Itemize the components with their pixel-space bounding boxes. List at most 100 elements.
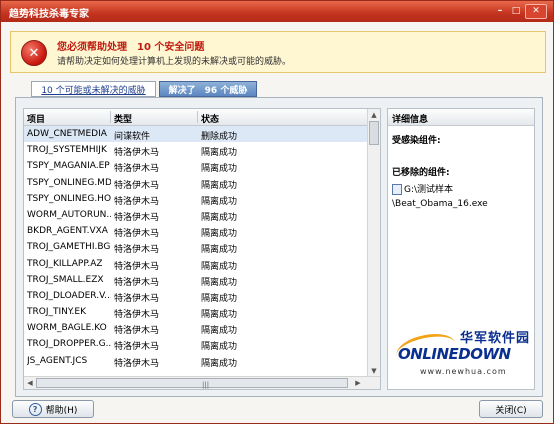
threat-type: 特洛伊木马 bbox=[114, 342, 160, 353]
threat-type: 特洛伊木马 bbox=[114, 358, 160, 369]
threat-list: 项目 类型 状态 ADW_CNETMEDIA 间谍软件 删除成功 TROJ_SYST… bbox=[23, 108, 381, 390]
scroll-down-icon[interactable]: ▼ bbox=[368, 365, 380, 376]
threat-type: 特洛伊木马 bbox=[114, 148, 160, 159]
table-row[interactable]: WORM_BAGLE.KO 特洛伊木马 隔离成功 bbox=[24, 320, 367, 336]
title-bar[interactable]: 趋势科技杀毒专家 – □ ✕ bbox=[1, 1, 553, 22]
column-header-type[interactable]: 类型 bbox=[114, 112, 132, 125]
threat-name: TROJ_SYSTEMHIJK bbox=[27, 145, 107, 156]
removed-components-label: 已移除的组件: bbox=[392, 168, 450, 178]
threat-name: TROJ_TINY.EK bbox=[27, 307, 86, 318]
table-row[interactable]: BKDR_AGENT.VXA 特洛伊木马 隔离成功 bbox=[24, 223, 367, 239]
threat-status: 删除成功 bbox=[201, 132, 238, 142]
threat-name: JS_AGENT.JCS bbox=[27, 355, 88, 366]
table-row[interactable]: TROJ_TINY.EK 特洛伊木马 隔离成功 bbox=[24, 304, 367, 320]
threat-status: 隔离成功 bbox=[201, 326, 238, 337]
minimize-icon[interactable]: – bbox=[493, 4, 507, 17]
horizontal-scrollbar[interactable]: ◀ ||| ▶ bbox=[24, 376, 380, 389]
scroll-up-icon[interactable]: ▲ bbox=[368, 109, 380, 120]
removed-path-line-1: G:\测试样本 bbox=[404, 185, 454, 195]
table-row[interactable]: JS_AGENT.JCS 特洛伊木马 隔离成功 bbox=[24, 353, 367, 369]
threat-name: ADW_CNETMEDIA bbox=[27, 129, 107, 139]
threat-type: 特洛伊木马 bbox=[114, 212, 160, 223]
close-button-label: 关闭(C) bbox=[495, 405, 527, 416]
alert-subtitle: 请帮助决定如何处理计算机上发现的未解决或可能的威胁。 bbox=[57, 57, 292, 67]
removed-path-line-2: \Beat_Obama_16.exe bbox=[392, 199, 488, 209]
threat-status: 隔离成功 bbox=[201, 148, 238, 159]
file-icon bbox=[392, 184, 402, 195]
threat-name: TSPY_ONLINEG.MDX bbox=[27, 177, 111, 188]
table-row[interactable]: TSPY_MAGANIA.EP 特洛伊木马 隔离成功 bbox=[24, 158, 367, 174]
table-row[interactable]: TSPY_ONLINEG.HOZ 特洛伊木马 隔离成功 bbox=[24, 191, 367, 207]
table-row[interactable]: TROJ_GAMETHI.BGM 特洛伊木马 隔离成功 bbox=[24, 239, 367, 255]
tab-unresolved-threats[interactable]: 10 个可能或未解决的威胁 bbox=[31, 81, 156, 97]
column-header-status[interactable]: 状态 bbox=[201, 112, 219, 125]
threat-name: TSPY_MAGANIA.EP bbox=[27, 161, 110, 172]
scroll-grip-icon: ||| bbox=[202, 381, 210, 389]
threat-status: 隔离成功 bbox=[201, 245, 238, 256]
column-divider[interactable] bbox=[197, 111, 198, 123]
threat-type: 特洛伊木马 bbox=[114, 310, 160, 321]
list-header: 项目 类型 状态 bbox=[24, 109, 367, 126]
threat-rows: ADW_CNETMEDIA 间谍软件 删除成功 TROJ_SYSTEMHIJK 特洛伊… bbox=[24, 126, 367, 369]
table-row[interactable]: TROJ_DROPPER.G... 特洛伊木马 隔离成功 bbox=[24, 336, 367, 352]
threat-name: BKDR_AGENT.VXA bbox=[27, 226, 108, 237]
table-row[interactable]: TSPY_ONLINEG.MDX 特洛伊木马 隔离成功 bbox=[24, 175, 367, 191]
threat-name: WORM_BAGLE.KO bbox=[27, 323, 107, 334]
threat-status: 隔离成功 bbox=[201, 342, 238, 353]
column-divider[interactable] bbox=[110, 111, 111, 123]
watermark-cn: 华军软件园 bbox=[459, 331, 530, 346]
threat-name: WORM_AUTORUN.... bbox=[27, 209, 111, 220]
close-icon[interactable]: ✕ bbox=[525, 4, 547, 19]
window-title: 趋势科技杀毒专家 bbox=[9, 9, 89, 20]
threat-type: 特洛伊木马 bbox=[114, 196, 160, 207]
table-row[interactable]: WORM_AUTORUN.... 特洛伊木马 隔离成功 bbox=[24, 207, 367, 223]
onlinedown-watermark: 华军软件园 ONLINEDOWN www.newhua.com bbox=[393, 327, 532, 383]
vertical-scrollbar[interactable]: ▲ ▼ bbox=[367, 109, 380, 376]
threat-name: TROJ_KILLAPP.AZ bbox=[27, 258, 103, 269]
threat-type: 特洛伊木马 bbox=[114, 245, 160, 256]
vertical-scroll-thumb[interactable] bbox=[369, 121, 379, 145]
alert-banner: ✕ 您必须帮助处理 10 个安全问题 请帮助决定如何处理计算机上发现的未解决或可… bbox=[10, 31, 546, 73]
threat-type: 特洛伊木马 bbox=[114, 164, 160, 175]
column-header-item[interactable]: 项目 bbox=[27, 112, 45, 125]
horizontal-scroll-thumb[interactable]: ||| bbox=[36, 378, 348, 389]
tab-resolved-threats[interactable]: 解决了 96 个威胁 bbox=[159, 81, 257, 97]
table-row[interactable]: ADW_CNETMEDIA 间谍软件 删除成功 bbox=[24, 126, 367, 143]
threat-type: 特洛伊木马 bbox=[114, 261, 160, 272]
close-button[interactable]: 关闭(C) bbox=[479, 400, 543, 418]
maximize-icon[interactable]: □ bbox=[509, 4, 523, 17]
tab-panel: 项目 类型 状态 ADW_CNETMEDIA 间谍软件 删除成功 TROJ_SYST… bbox=[15, 97, 543, 397]
threat-status: 隔离成功 bbox=[201, 164, 238, 175]
threat-status: 隔离成功 bbox=[201, 277, 238, 288]
threat-status: 隔离成功 bbox=[201, 180, 238, 191]
threat-name: TSPY_ONLINEG.HOZ bbox=[27, 193, 111, 204]
threat-status: 隔离成功 bbox=[201, 310, 238, 321]
threat-type: 间谍软件 bbox=[114, 132, 151, 142]
watermark-en: ONLINEDOWN bbox=[398, 345, 511, 363]
threat-type: 特洛伊木马 bbox=[114, 326, 160, 337]
table-row[interactable]: TROJ_SMALL.EZX 特洛伊木马 隔离成功 bbox=[24, 272, 367, 288]
watermark-url: www.newhua.com bbox=[420, 367, 507, 376]
threat-name: TROJ_DLOADER.V... bbox=[27, 290, 111, 301]
threat-status: 隔离成功 bbox=[201, 358, 238, 369]
threat-status: 隔离成功 bbox=[201, 212, 238, 223]
details-title: 详细信息 bbox=[392, 115, 429, 125]
table-row[interactable]: TROJ_KILLAPP.AZ 特洛伊木马 隔离成功 bbox=[24, 256, 367, 272]
details-pane: 详细信息 受感染组件: 已移除的组件: G:\测试样本 \Beat_Obama_… bbox=[387, 108, 535, 390]
threat-status: 隔离成功 bbox=[201, 261, 238, 272]
window-controls: – □ ✕ bbox=[493, 4, 547, 19]
scroll-left-icon[interactable]: ◀ bbox=[24, 377, 36, 388]
alert-title: 您必须帮助处理 10 个安全问题 bbox=[57, 42, 205, 53]
table-row[interactable]: TROJ_SYSTEMHIJK 特洛伊木马 隔离成功 bbox=[24, 142, 367, 158]
table-row[interactable]: TROJ_DLOADER.V... 特洛伊木马 隔离成功 bbox=[24, 288, 367, 304]
threat-name: TROJ_SMALL.EZX bbox=[27, 274, 104, 285]
threat-status: 隔离成功 bbox=[201, 196, 238, 207]
threat-status: 隔离成功 bbox=[201, 229, 238, 240]
threat-type: 特洛伊木马 bbox=[114, 277, 160, 288]
threat-type: 特洛伊木马 bbox=[114, 293, 160, 304]
help-button[interactable]: ? 帮助(H) bbox=[12, 400, 94, 418]
help-icon: ? bbox=[28, 402, 42, 416]
scroll-right-icon[interactable]: ▶ bbox=[352, 377, 364, 388]
details-header: 详细信息 bbox=[388, 109, 534, 126]
antivirus-window: 趋势科技杀毒专家 – □ ✕ ✕ 您必须帮助处理 10 个安全问题 请帮助决定如… bbox=[0, 0, 554, 424]
